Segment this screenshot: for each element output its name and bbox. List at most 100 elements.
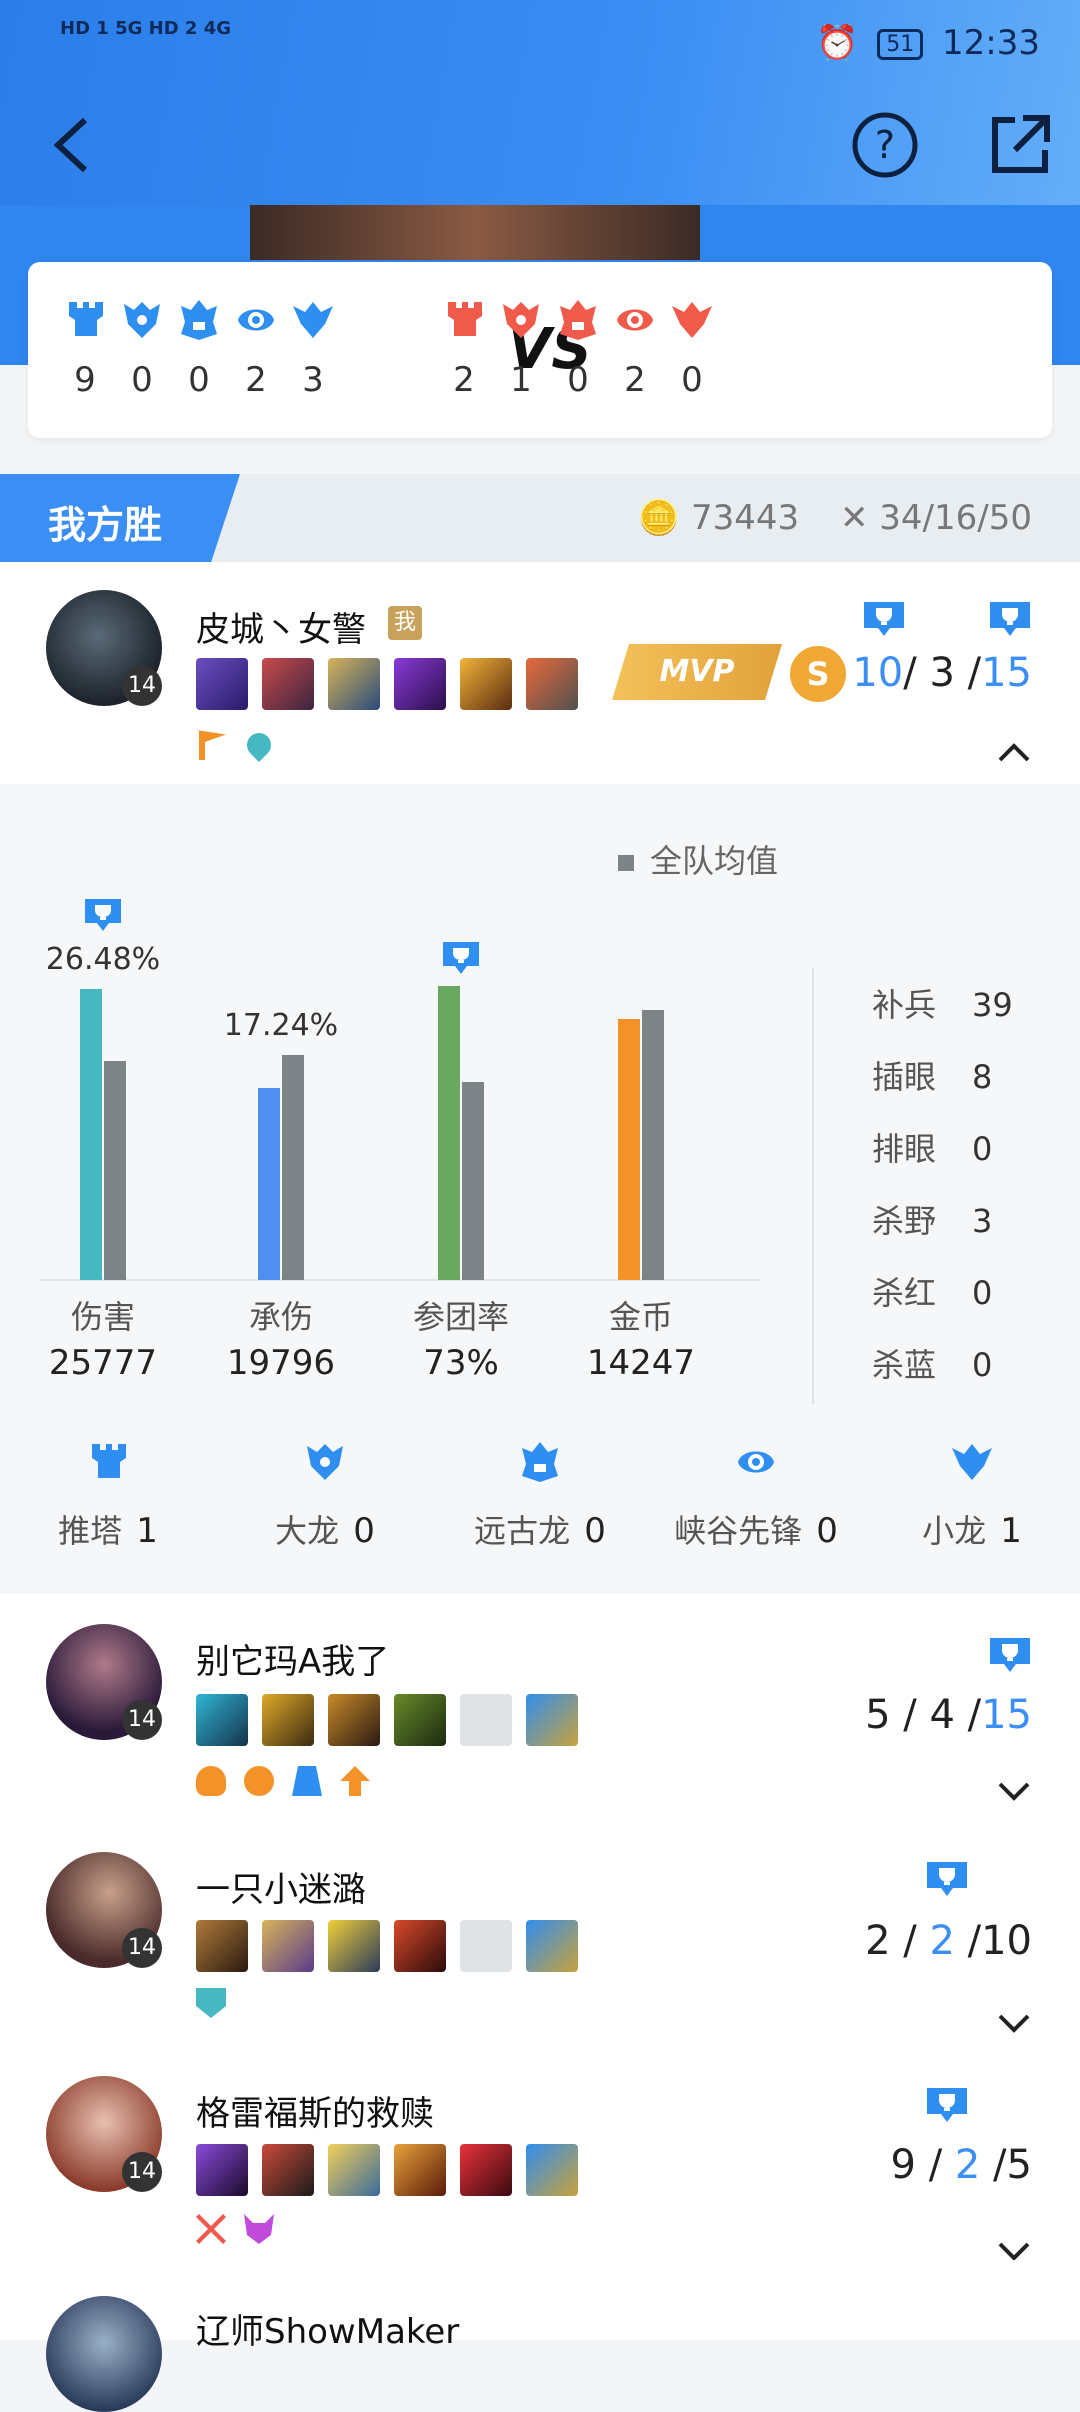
item-slot (328, 1920, 380, 1972)
ally-baron: 0 (112, 298, 172, 400)
player-row-1[interactable]: 14 皮城丶女警 我 MVP S 10/ 3 /15 (0, 562, 1080, 784)
item-slot (262, 1694, 314, 1746)
bar-value-label: 26.48% (46, 942, 160, 977)
stat-jungle-kills: 杀野 3 (872, 1202, 993, 1240)
tower-icon (69, 302, 103, 336)
gold-up-icon (340, 1766, 370, 1796)
bar-team-average (282, 1055, 304, 1280)
enemy-herald: 2 (605, 298, 665, 400)
baron-icon (307, 1444, 343, 1480)
player-row-5[interactable]: 辽师ShowMaker (0, 2260, 1080, 2412)
bar-team-average (642, 1010, 664, 1280)
stat-wards-placed: 插眼 8 (872, 1058, 993, 1096)
flag-icon (196, 730, 226, 760)
result-tag: 我方胜 (0, 474, 240, 562)
collapse-chevron-icon[interactable] (996, 740, 1032, 764)
item-slot (394, 1920, 446, 1972)
help-button[interactable]: ? (850, 110, 920, 180)
item-slot (262, 658, 314, 710)
score-card: 9 0 0 2 3 VS 2 1 0 2 0 (28, 262, 1052, 438)
expand-chevron-icon[interactable] (996, 2012, 1032, 2036)
category-value: 73% (423, 1343, 499, 1383)
network-indicators: HD 1 5G HD 2 4G (60, 18, 231, 39)
tower-push-icon (292, 1766, 322, 1796)
item-slots (196, 2144, 592, 2196)
player-name: 皮城丶女警 (196, 610, 366, 650)
item-slot (526, 1920, 578, 1972)
item-slot (328, 1694, 380, 1746)
player-row-4[interactable]: 14 格雷福斯的救赎 9 / 2 /5 (0, 2038, 1080, 2261)
objective-elder: 远古龙 0 (440, 1440, 640, 1552)
empty-item-slot (460, 1694, 512, 1746)
demon-icon (244, 2214, 274, 2244)
top-header: HD 1 5G HD 2 4G ⏰ 51 12:33 ? (0, 0, 1080, 210)
player-name: 别它玛A我了 (196, 1642, 390, 1682)
empty-item-slot (460, 1920, 512, 1972)
item-slot (196, 1694, 248, 1746)
swords-icon: ✕ (839, 498, 869, 538)
alarm-icon: ⏰ (816, 23, 859, 63)
item-slots (196, 1694, 592, 1746)
crossed-swords-icon (196, 2214, 226, 2244)
bar-player (438, 986, 460, 1280)
legend-swatch (618, 855, 634, 871)
elder-dragon-icon (560, 300, 596, 340)
tag-icons (196, 728, 292, 764)
herald-icon (738, 1451, 774, 1473)
baron-icon (503, 302, 539, 338)
trophy-icon (85, 899, 121, 931)
item-slot (196, 2144, 248, 2196)
dragon-icon (672, 302, 712, 338)
player-row-2[interactable]: 14 别它玛A我了 5 / 4 /15 (0, 1594, 1080, 1816)
bar-team-average (104, 1061, 126, 1280)
objective-baron: 大龙 0 (225, 1440, 425, 1552)
chart-legend: 全队均值 (618, 836, 778, 882)
item-slot (526, 2144, 578, 2196)
trophy-icon (990, 602, 1030, 636)
level-badge: 14 (122, 666, 162, 706)
side-stats: 补兵 39 插眼 8 排眼 0 杀野 3 杀红 0 杀蓝 0 (872, 980, 1052, 1412)
player-name: 辽师ShowMaker (196, 2312, 460, 2352)
level-badge: 14 (122, 2152, 162, 2192)
clock: 12:33 (942, 23, 1040, 63)
item-slot (460, 658, 512, 710)
item-slot (526, 1694, 578, 1746)
objective-herald: 峡谷先锋 0 (656, 1440, 856, 1552)
player-kda: 9 / 2 /5 (890, 2142, 1032, 2188)
level-badge: 14 (122, 1928, 162, 1968)
item-slot (196, 1920, 248, 1972)
item-slot (460, 2144, 512, 2196)
share-button[interactable] (985, 110, 1055, 180)
stat-red-buff: 杀红 0 (872, 1274, 993, 1312)
item-slot (394, 658, 446, 710)
player-kda: 5 / 4 /15 (865, 1692, 1032, 1738)
item-slot (328, 2144, 380, 2196)
item-slot (262, 1920, 314, 1972)
divider (812, 968, 814, 1404)
objective-dragon: 小龙 1 (872, 1440, 1072, 1552)
player-name: 一只小迷潞 (196, 1870, 366, 1910)
player-row-3[interactable]: 14 一只小迷潞 2 / 2 /10 (0, 1816, 1080, 2038)
enemy-tower: 2 (434, 298, 494, 400)
tag-icons (196, 1988, 244, 2022)
back-button[interactable] (40, 110, 110, 180)
ally-herald: 2 (226, 298, 286, 400)
s-grade-badge: S (790, 646, 846, 702)
level-badge: 14 (122, 1700, 162, 1740)
stat-wards-cleared: 排眼 0 (872, 1130, 993, 1168)
category-label: 伤害 (71, 1298, 135, 1336)
coins-icon (244, 1766, 274, 1796)
bar-team-average (462, 1082, 484, 1280)
battery-icon: 51 (877, 29, 924, 60)
herald-icon (238, 309, 274, 331)
ally-elder: 0 (169, 298, 229, 400)
shield-icon (196, 1988, 226, 2018)
item-slot (328, 658, 380, 710)
category-value: 19796 (227, 1343, 335, 1383)
trophy-icon (990, 1638, 1030, 1672)
svg-text:?: ? (875, 123, 895, 167)
fire-icon (196, 1766, 226, 1796)
performance-bar-chart: 26.48% 伤害 25777 17.24% 承伤 19796 参团率 73% 金币 14247 (40, 899, 760, 1383)
stat-last-hits: 补兵 39 (872, 986, 1013, 1024)
expand-chevron-icon[interactable] (996, 1780, 1032, 1804)
